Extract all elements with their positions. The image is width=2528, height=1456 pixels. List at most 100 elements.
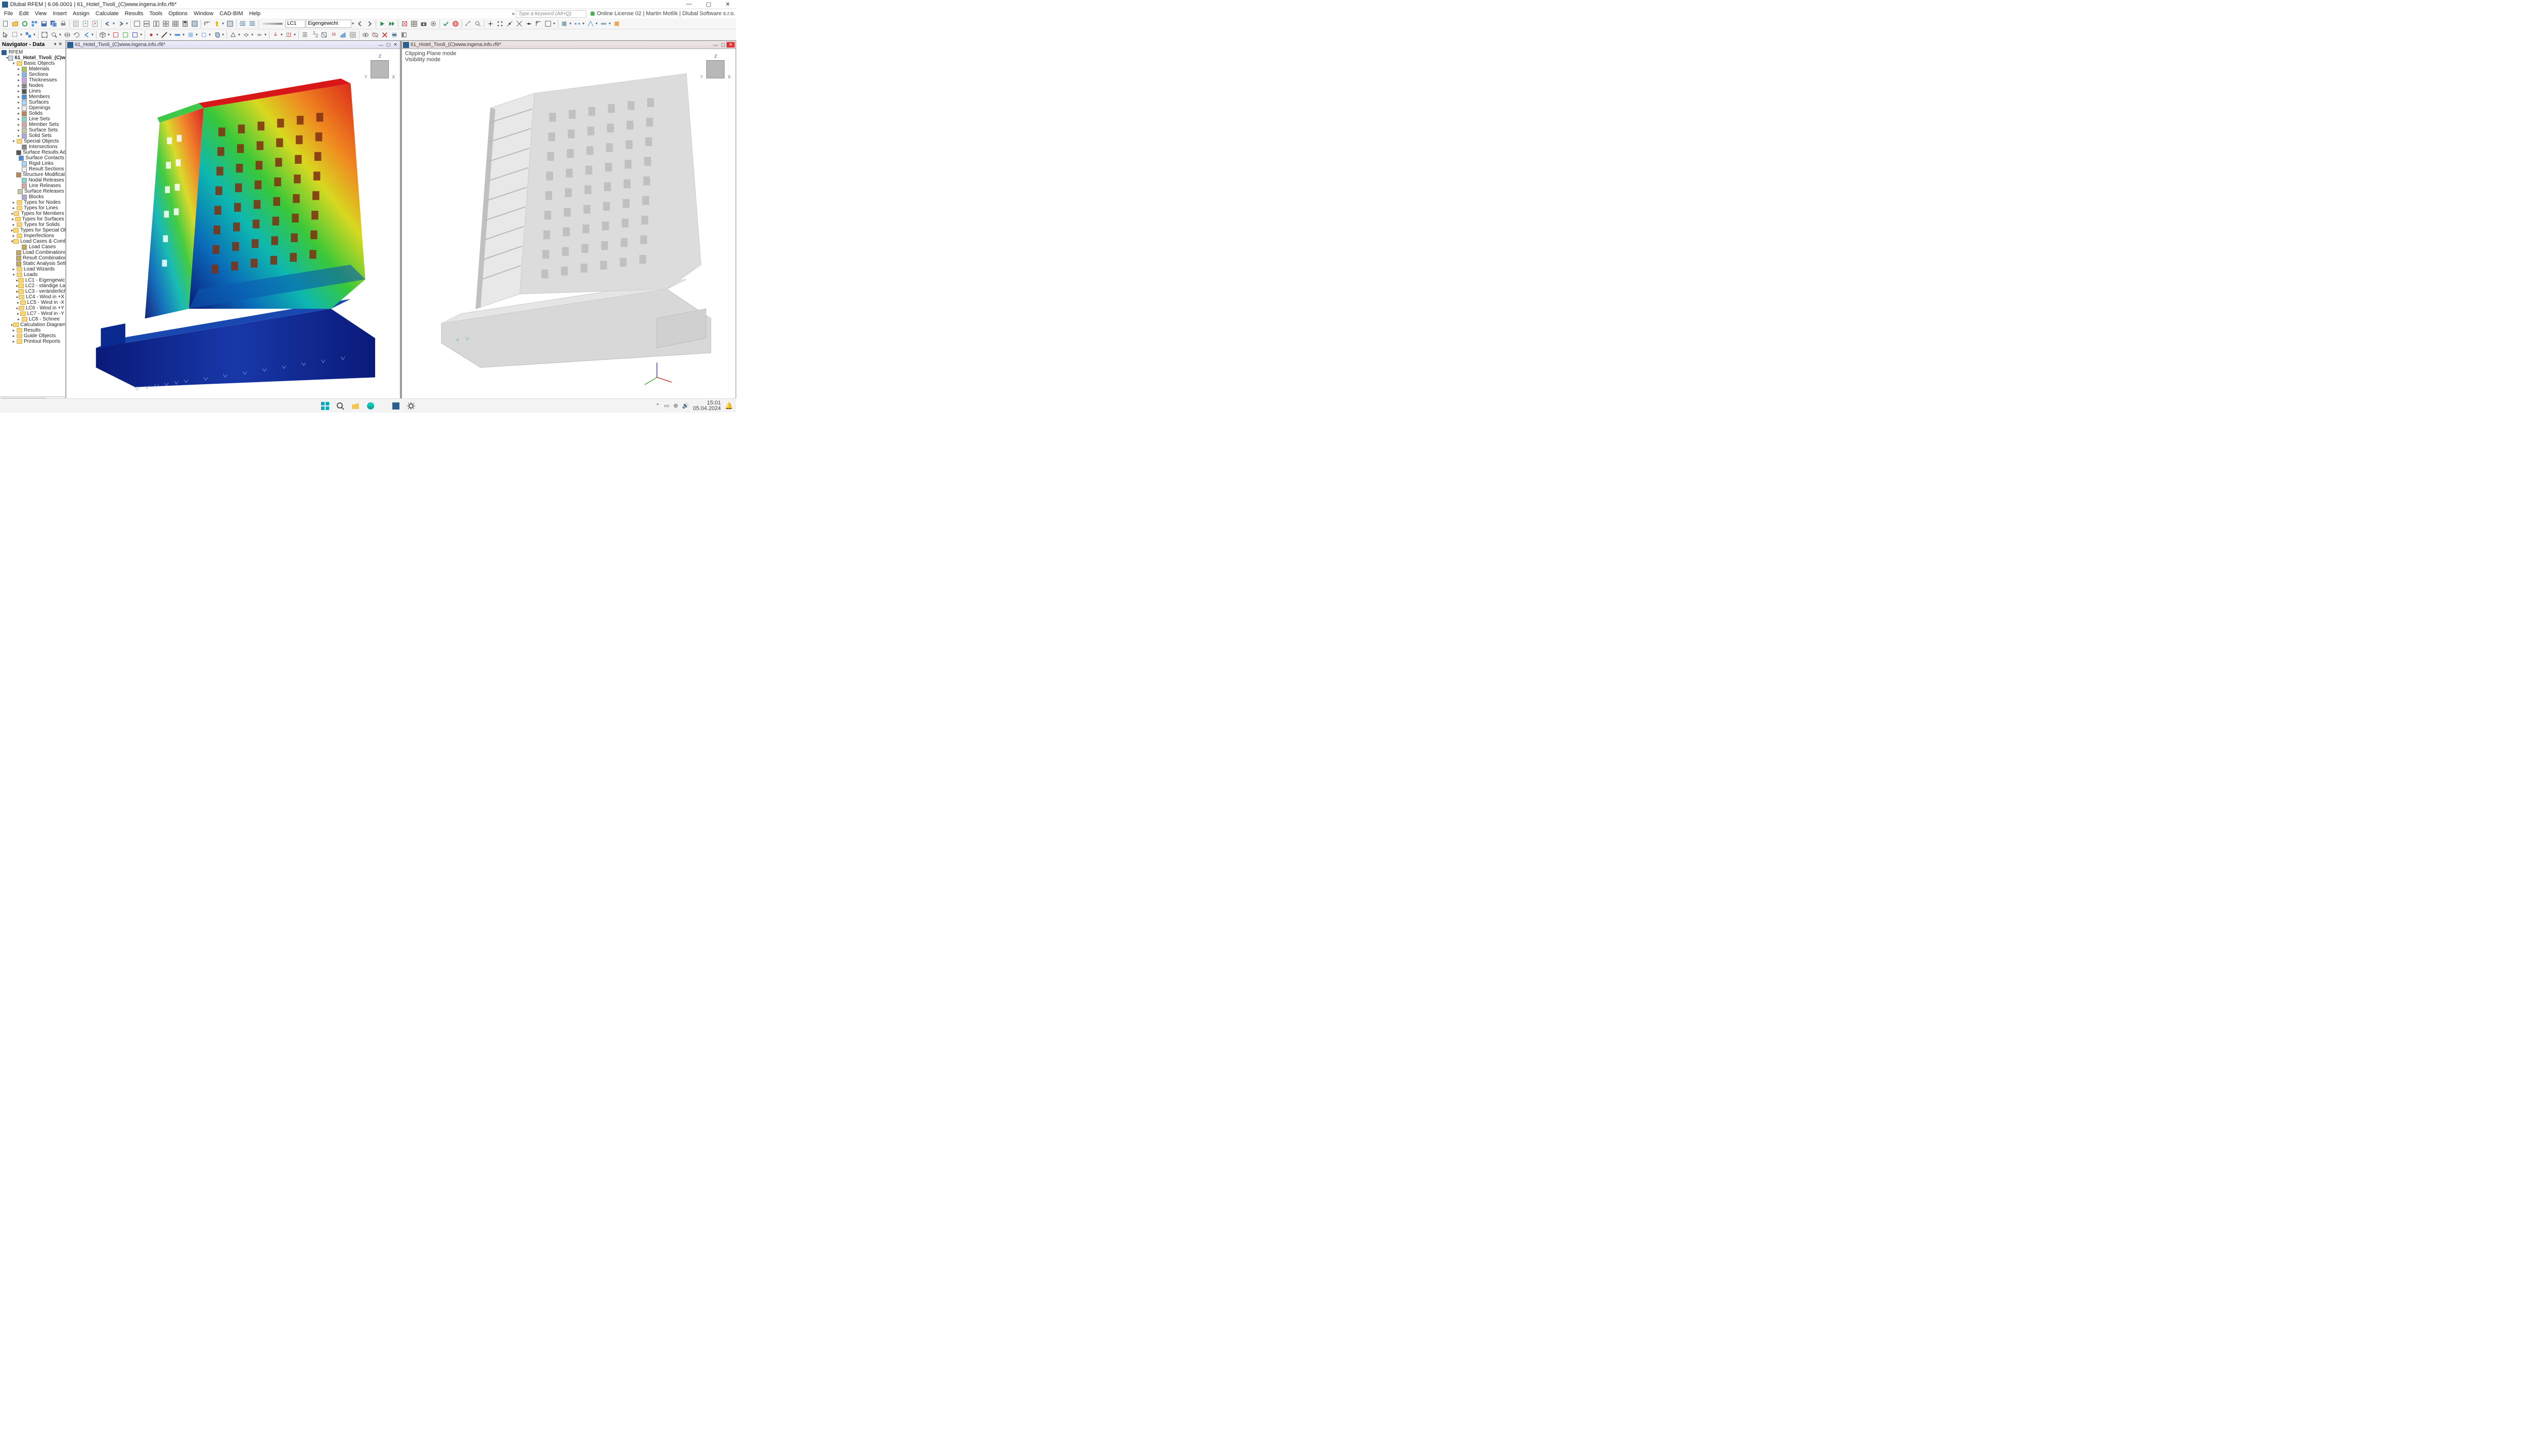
tree-item-member-sets[interactable]: ▸Member Sets <box>0 122 65 127</box>
tree-results[interactable]: ▸Results <box>0 328 65 333</box>
maximize-button[interactable]: ▢ <box>702 1 715 8</box>
snap-dropdown-button[interactable] <box>544 19 553 28</box>
tray-chevron-icon[interactable]: ⌃ <box>655 402 660 409</box>
delete-data-button[interactable]: × <box>91 19 100 28</box>
calculate-all-button[interactable] <box>387 19 396 28</box>
tree-load-lc7[interactable]: ▸LC7 - Wind in -Y <box>0 311 65 316</box>
viewport-close-button[interactable]: ✕ <box>727 42 735 48</box>
show-loads-button[interactable] <box>329 30 338 39</box>
measure-button[interactable] <box>464 19 473 28</box>
select-related-button[interactable] <box>24 30 33 39</box>
menu-help[interactable]: Help <box>246 10 264 18</box>
tray-display-icon[interactable]: ▭ <box>664 402 669 409</box>
open-file-button[interactable] <box>11 19 20 28</box>
list-left-button[interactable] <box>238 19 247 28</box>
solid-button[interactable] <box>212 30 221 39</box>
tree-item-surface-sets[interactable]: ▸Surface Sets <box>0 127 65 133</box>
tree-item-sections[interactable]: ▸Sections <box>0 72 65 77</box>
line-dropdown[interactable]: ▾ <box>169 32 172 37</box>
tree-item-line-releases[interactable]: Line Releases <box>0 183 65 189</box>
solid-dropdown[interactable]: ▾ <box>222 32 225 37</box>
navigator-pin-button[interactable]: ▾ <box>53 41 58 47</box>
viewport-maximize-button[interactable]: ▢ <box>719 42 727 48</box>
section-view-button[interactable] <box>399 30 409 39</box>
visibility-show-button[interactable] <box>361 30 370 39</box>
view-prev-button[interactable] <box>82 30 91 39</box>
load-line-button[interactable] <box>284 30 293 39</box>
zoom-dropdown[interactable]: ▾ <box>59 32 62 37</box>
explorer-button[interactable] <box>350 400 361 412</box>
menu-view[interactable]: View <box>32 10 50 18</box>
save-button[interactable] <box>39 19 49 28</box>
view-prev-dropdown[interactable]: ▾ <box>92 32 95 37</box>
select-button[interactable] <box>1 30 10 39</box>
tree-load-lc8[interactable]: ▸LC8 - Schnee <box>0 316 65 322</box>
support-nodal-button[interactable] <box>229 30 238 39</box>
tree-item-surface-releases[interactable]: Surface Releases <box>0 189 65 194</box>
settings-taskbar-button[interactable] <box>405 400 417 412</box>
undo-open-button[interactable] <box>20 19 29 28</box>
tree-item-structure-modifications[interactable]: Structure Modifications <box>0 172 65 177</box>
tree-item-materials[interactable]: ▸Materials <box>0 66 65 72</box>
tree-imperfections[interactable]: ▸Imperfections <box>0 233 65 239</box>
lc-prev-button[interactable] <box>355 19 365 28</box>
tree-item-load-combinations[interactable]: Load Combinations <box>0 250 65 255</box>
units-button[interactable] <box>203 19 212 28</box>
tree-load-lc4[interactable]: ▸LC4 - Wind in +X <box>0 294 65 300</box>
close-button[interactable]: ✕ <box>721 1 734 8</box>
viewport-left-3d-view[interactable]: X Y Z <box>66 49 400 402</box>
node-dropdown[interactable]: ▾ <box>156 32 159 37</box>
view-z-button[interactable] <box>130 30 140 39</box>
window-quad-button[interactable] <box>161 19 170 28</box>
view-x-button[interactable] <box>111 30 120 39</box>
viewport-right-3d-view[interactable]: Clipping Plane mode Visibility mode X Y … <box>402 49 736 402</box>
grid-toggle-button[interactable] <box>410 19 419 28</box>
taskbar-clock[interactable]: 15:01 05.04.2024 <box>693 400 721 412</box>
select-window-button[interactable] <box>11 30 20 39</box>
snap-options-dropdown[interactable]: ▾ <box>553 21 556 26</box>
surface-dropdown[interactable]: ▾ <box>196 32 199 37</box>
combinations-button[interactable] <box>225 19 235 28</box>
menu-insert[interactable]: Insert <box>50 10 70 18</box>
view-isometric-dropdown[interactable]: ▾ <box>108 32 111 37</box>
snap-node-button[interactable] <box>486 19 495 28</box>
lc-next-button[interactable] <box>365 19 374 28</box>
menu-window[interactable]: Window <box>191 10 216 18</box>
zoom-fit-button[interactable] <box>40 30 49 39</box>
load-line-dropdown[interactable]: ▾ <box>294 32 297 37</box>
tree-load-lc3[interactable]: ▸LC3 - veränderliche Lasten <box>0 289 65 294</box>
display-option-2[interactable] <box>586 19 595 28</box>
edge-button[interactable] <box>365 400 376 412</box>
tray-wifi-icon[interactable]: ⊚ <box>673 402 678 409</box>
viewport-maximize-button[interactable]: ▢ <box>385 42 392 48</box>
print-button[interactable] <box>59 19 68 28</box>
tree-item-openings[interactable]: ▸Openings <box>0 105 65 111</box>
tree-loads[interactable]: ▾Loads <box>0 272 65 278</box>
hinge-button[interactable] <box>242 30 251 39</box>
tree-special-objects[interactable]: ▾Special Objects <box>0 139 65 144</box>
node-button[interactable] <box>147 30 156 39</box>
tree-item-solids[interactable]: ▸Solids <box>0 111 65 116</box>
clipping-plane-button[interactable] <box>390 30 399 39</box>
viewport-close-button[interactable]: ✕ <box>392 42 399 48</box>
snap-grid-button[interactable] <box>495 19 505 28</box>
tree-types-for-solids[interactable]: ▸Types for Solids <box>0 222 65 228</box>
visibility-hide-button[interactable] <box>371 30 380 39</box>
snap-intersection-button[interactable] <box>515 19 524 28</box>
new-file-button[interactable] <box>1 19 10 28</box>
snap-perp-button[interactable] <box>534 19 543 28</box>
menu-cad-bim[interactable]: CAD-BIM <box>216 10 246 18</box>
tree-load-lc6[interactable]: ▸LC6 - Wind in +Y <box>0 305 65 311</box>
menu-options[interactable]: Options <box>165 10 191 18</box>
display-option-1[interactable] <box>573 19 582 28</box>
tree-item-surfaces[interactable]: ▸Surfaces <box>0 100 65 105</box>
list-right-button[interactable] <box>248 19 257 28</box>
color-fill-button[interactable] <box>612 19 621 28</box>
select-dropdown[interactable]: ▾ <box>20 32 23 37</box>
release-dropdown[interactable]: ▾ <box>264 32 267 37</box>
search-button[interactable] <box>335 400 346 412</box>
load-case-name-input[interactable] <box>306 20 351 28</box>
tree-root[interactable]: RFEM <box>0 50 65 55</box>
support-nodal-dropdown[interactable]: ▾ <box>238 32 241 37</box>
tree-item-static-analysis-settings[interactable]: Static Analysis Settings <box>0 261 65 266</box>
